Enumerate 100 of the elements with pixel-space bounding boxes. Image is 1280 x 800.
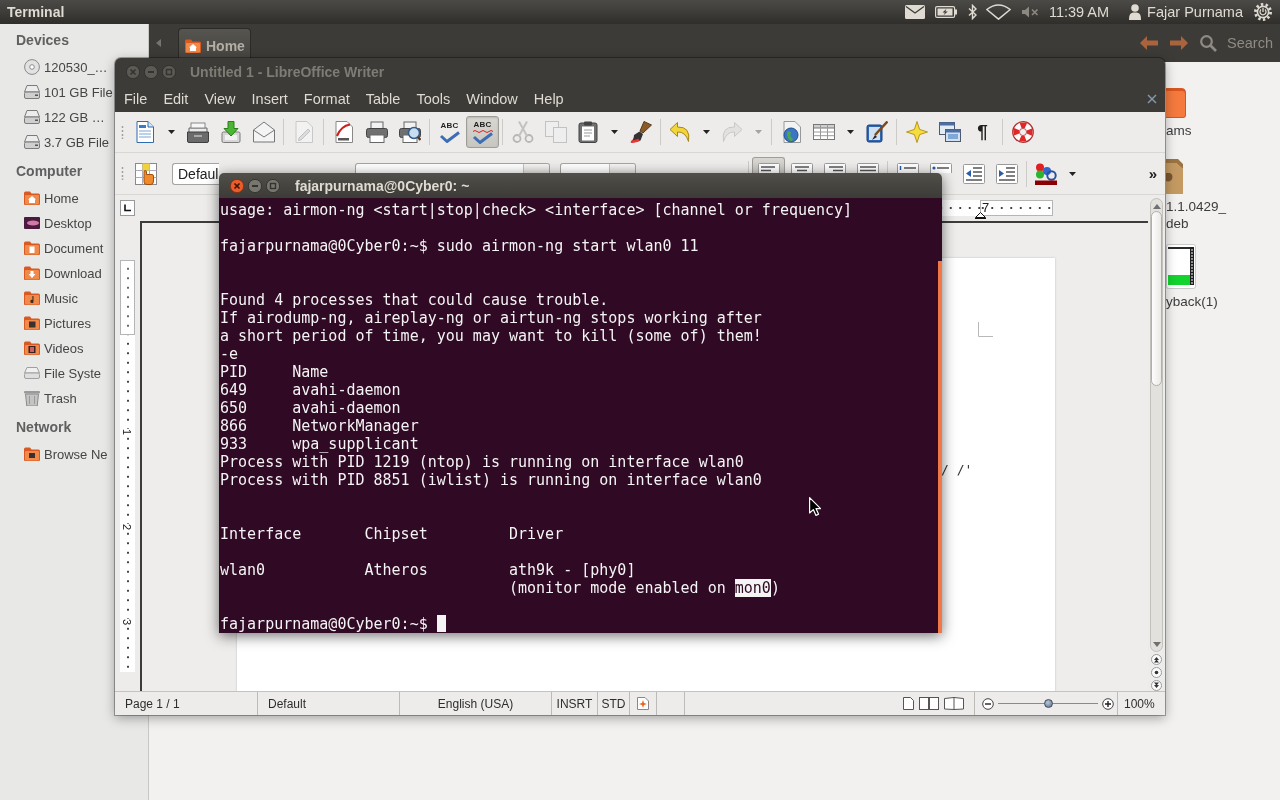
page-icon[interactable] [903,697,914,710]
sidebar-item[interactable]: 3.7 GB File [24,129,110,155]
download-folder-icon [24,266,40,280]
toolbar-button[interactable]: ABC [466,116,499,148]
maximize-icon[interactable] [266,178,280,193]
speaker-muted-icon[interactable] [1021,6,1039,18]
terminal-line: 650 avahi-daemon [220,399,401,417]
brush-canvas-icon [865,121,888,143]
sidebar-item[interactable]: Home [24,185,79,211]
double-down-arrow-icon[interactable] [1151,680,1162,691]
indent-increase-icon [995,163,1018,184]
paragraph-style-field[interactable]: Defaul [172,162,219,185]
caret-down-icon [755,130,762,134]
wifi-icon[interactable] [985,4,1011,20]
menu-item[interactable]: Format [295,89,358,109]
toolbar-button[interactable]: ¶ [966,116,999,148]
network-folder-icon [24,447,40,461]
section-heading: Computer [16,161,83,181]
up-arrow-icon[interactable] [1152,204,1161,209]
language[interactable]: English (USA) [437,696,514,711]
box-icon[interactable] [1166,159,1184,194]
menu-item[interactable]: Tools [408,89,459,109]
menu-item[interactable]: Help [525,89,572,109]
close-icon[interactable] [230,178,244,193]
toolbar-button[interactable]: ABC [433,116,466,148]
sidebar-item[interactable]: File Syste [24,360,102,386]
menu-item[interactable]: View [196,89,244,109]
styles-grid-icon [134,162,157,185]
sidebar-item[interactable]: Videos [24,335,84,361]
font-size-field[interactable] [560,163,636,173]
zoom-out-icon[interactable] [982,697,994,710]
terminal-line: 866 NetworkManager [220,417,419,435]
caret-down-icon [847,130,854,134]
home-folder-icon [24,191,40,205]
curved-arrow-icon [721,121,743,143]
two-pages-icon[interactable] [919,697,939,710]
sidebar-item[interactable]: Document [24,235,104,261]
scrollbar-thumb[interactable] [938,261,942,633]
sidebar-item[interactable]: 122 GB … [24,104,105,130]
search-field[interactable]: Search [1227,35,1275,51]
window-title: Untitled 1 - LibreOffice Writer [190,64,385,80]
terminal-line: usage: airmon-ng <start|stop|check> <interface> [channel or frequency] [220,201,853,219]
caret-left-icon[interactable] [156,39,161,47]
sidebar-item[interactable]: Pictures [24,310,91,336]
minimize-icon[interactable] [248,178,262,193]
left-arrow-icon[interactable] [1140,36,1158,50]
download-tray-icon [219,121,242,143]
font-name-field[interactable] [355,163,550,173]
terminal-line: PID Name [220,363,329,381]
user-name[interactable]: Fajar Purnama [1147,4,1243,20]
grip-dots-icon[interactable] [121,125,124,139]
grip-dots-icon[interactable] [121,167,124,180]
envelope-icon[interactable] [904,5,925,19]
document-icon [134,121,156,143]
sidebar-item[interactable]: 120530_… [24,54,108,80]
sidebar-item[interactable]: Trash [24,385,77,411]
menu-item[interactable]: Edit [155,89,197,109]
tab-stop-icon[interactable] [120,200,135,216]
battery-charging-icon[interactable] [934,6,957,18]
double-up-arrow-icon[interactable] [1151,654,1162,665]
sidebar-item[interactable]: Download [24,260,102,286]
menu-item[interactable]: Window [458,89,526,109]
terminal-line: If airodump-ng, aireplay-ng or airtun-ng stops working after [220,309,762,327]
caret-down-icon [168,130,175,134]
menu-item[interactable]: Table [357,89,409,109]
section-heading: Network [16,417,72,437]
close-icon[interactable] [1147,94,1157,104]
video-thumbnail-icon[interactable] [1166,244,1196,289]
desktop-icon [24,217,40,229]
right-arrow-icon[interactable] [1170,36,1188,50]
page-style[interactable]: Default [268,696,307,711]
sidebar-item[interactable]: Desktop [24,210,92,236]
indent-marker-icon[interactable] [975,212,986,219]
zoom-in-icon[interactable] [1102,697,1114,710]
overflow-button[interactable]: » [1145,161,1161,186]
pdf-page-icon [332,121,355,143]
terminal-line: (monitor mode enabled on mon0) [509,579,780,597]
lifebuoy-icon [1011,121,1034,143]
folder-icon[interactable] [1166,85,1186,118]
menu-item[interactable]: File [116,89,156,109]
user-icon[interactable] [1129,4,1142,20]
down-arrow-icon[interactable] [1152,642,1161,647]
open-book-icon[interactable] [944,697,964,710]
document-star-icon [637,697,649,710]
slider-thumb[interactable] [1043,699,1053,708]
menu-item[interactable]: Insert [243,89,296,109]
clock[interactable]: 11:39 AM [1048,4,1110,20]
scrollbar-thumb[interactable] [1151,211,1162,386]
sidebar-item[interactable]: Music [24,285,78,311]
sidebar-item[interactable]: 101 GB File [24,79,113,105]
scissors-icon [511,121,534,143]
pencil-page-icon [292,121,315,143]
selection-mode[interactable]: STD [601,696,626,711]
zoom-percent[interactable]: 100% [1124,696,1155,711]
gear-icon[interactable] [1254,3,1272,21]
sidebar-item[interactable]: Browse Ne [24,441,108,467]
insert-mode[interactable]: INSRT [556,696,593,711]
scrollbar-track[interactable] [1150,198,1163,652]
dot-circle-icon[interactable] [1151,667,1162,678]
bluetooth-icon[interactable] [967,4,977,20]
